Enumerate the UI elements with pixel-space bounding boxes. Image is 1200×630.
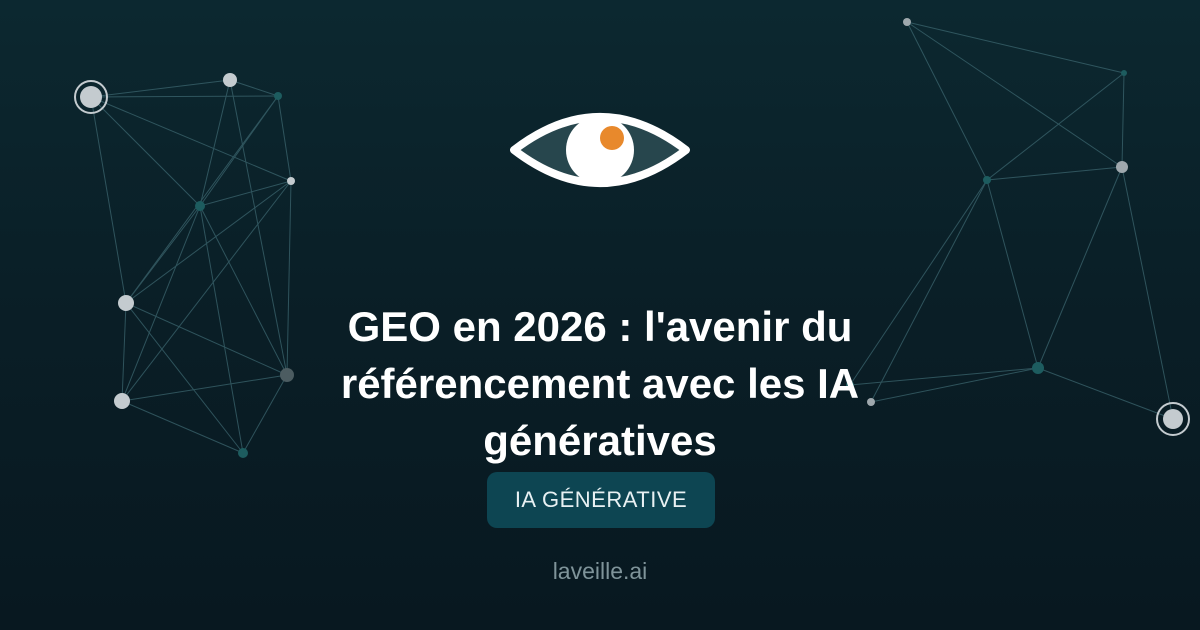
- node-dark: [1121, 70, 1127, 76]
- node-large: [1163, 409, 1183, 429]
- node-dark: [274, 92, 282, 100]
- eye-icon: [510, 113, 690, 187]
- eye-iris: [566, 116, 634, 184]
- node: [903, 18, 911, 26]
- node-dark: [195, 201, 205, 211]
- node: [287, 177, 295, 185]
- node: [118, 295, 134, 311]
- category-badge[interactable]: IA GÉNÉRATIVE: [487, 472, 715, 528]
- node: [114, 393, 130, 409]
- og-card: GEO en 2026 : l'avenir du référencement …: [0, 0, 1200, 630]
- node-dark: [983, 176, 991, 184]
- article-title: GEO en 2026 : l'avenir du référencement …: [340, 303, 860, 464]
- node-dark: [1032, 362, 1044, 374]
- eye-pupil: [600, 126, 624, 150]
- node-large: [80, 86, 102, 108]
- node-dark: [238, 448, 248, 458]
- site-name: laveille.ai: [552, 558, 648, 584]
- node: [223, 73, 237, 87]
- node: [1116, 161, 1128, 173]
